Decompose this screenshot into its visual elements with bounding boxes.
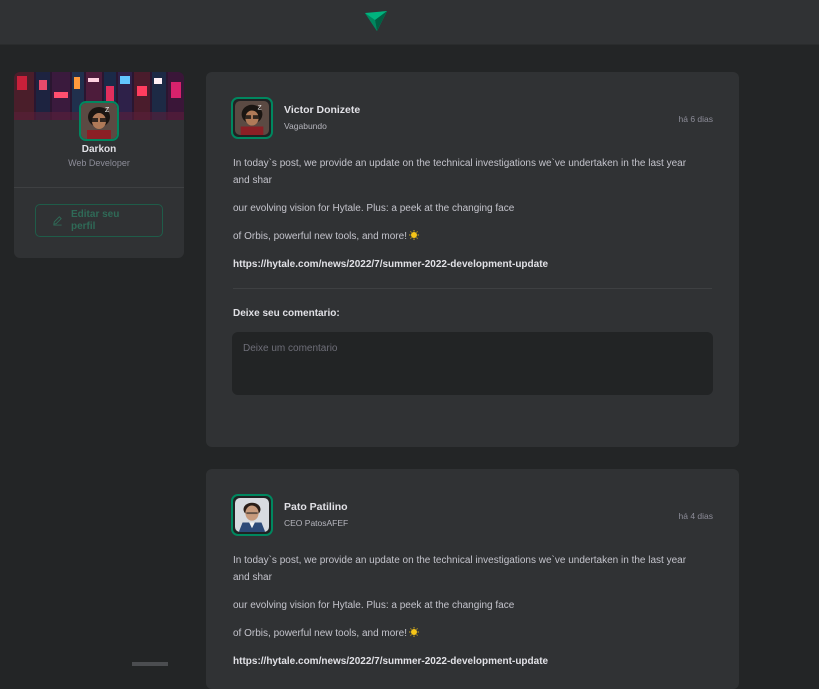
profile-role: Web Developer bbox=[68, 158, 130, 168]
profile-name: Darkon bbox=[81, 144, 117, 155]
svg-text:Z: Z bbox=[258, 105, 262, 112]
sun-emoji-icon bbox=[408, 230, 419, 240]
post-paragraph: In today`s post, we provide an update on… bbox=[233, 158, 687, 186]
post-link-paragraph: https://hytale.com/news/2022/7/summer-20… bbox=[233, 653, 703, 670]
post-paragraph-text: of Orbis, powerful new tools, and more! bbox=[233, 628, 407, 639]
paper-plane-logo-icon[interactable] bbox=[364, 10, 388, 32]
post-link[interactable]: https://hytale.com/news/2022/7/summer-20… bbox=[233, 656, 548, 667]
post-paragraph: our evolving vision for Hytale. Plus: a … bbox=[233, 600, 515, 611]
post-content: In today`s post, we provide an update on… bbox=[233, 552, 703, 681]
pencil-icon bbox=[53, 216, 62, 226]
sidebar-divider bbox=[14, 187, 184, 188]
post-link-paragraph: https://hytale.com/news/2022/7/summer-20… bbox=[233, 256, 703, 273]
post-author-name: Victor Donizete bbox=[284, 104, 361, 116]
sun-emoji-icon bbox=[408, 627, 419, 637]
comment-input[interactable] bbox=[232, 332, 713, 395]
comment-label: Deixe seu comentario: bbox=[233, 308, 340, 319]
top-header bbox=[0, 0, 819, 45]
scrollbar-thumb[interactable] bbox=[132, 662, 168, 666]
post-card: Z Victor Donizete Vagabundo há 6 dias In… bbox=[206, 72, 739, 447]
post-author-role: CEO PatosAFEF bbox=[284, 518, 349, 528]
post-link[interactable]: https://hytale.com/news/2022/7/summer-20… bbox=[233, 259, 548, 270]
post-paragraph: In today`s post, we provide an update on… bbox=[233, 555, 687, 583]
post-paragraph: of Orbis, powerful new tools, and more! bbox=[233, 228, 703, 245]
post-paragraph: of Orbis, powerful new tools, and more! bbox=[233, 625, 703, 642]
profile-avatar[interactable]: Z bbox=[79, 101, 119, 141]
edit-profile-label: Editar seu perfil bbox=[71, 208, 120, 232]
svg-text:Z: Z bbox=[105, 107, 110, 114]
post-author-avatar[interactable] bbox=[231, 494, 273, 536]
post-author-role: Vagabundo bbox=[284, 121, 327, 131]
edit-profile-button[interactable]: Editar seu perfil bbox=[35, 204, 163, 237]
post-author-avatar[interactable]: Z bbox=[231, 97, 273, 139]
post-divider bbox=[233, 288, 712, 289]
post-paragraph: our evolving vision for Hytale. Plus: a … bbox=[233, 203, 515, 214]
post-content: In today`s post, we provide an update on… bbox=[233, 155, 703, 284]
post-time: há 6 dias bbox=[678, 114, 714, 124]
post-time: há 4 dias bbox=[678, 511, 714, 521]
post-author-name: Pato Patilino bbox=[284, 501, 348, 513]
post-card: Pato Patilino CEO PatosAFEF há 4 dias In… bbox=[206, 469, 739, 689]
post-paragraph-text: of Orbis, powerful new tools, and more! bbox=[233, 231, 407, 242]
profile-sidebar: Z Darkon Web Developer Editar seu perfil bbox=[14, 72, 184, 258]
